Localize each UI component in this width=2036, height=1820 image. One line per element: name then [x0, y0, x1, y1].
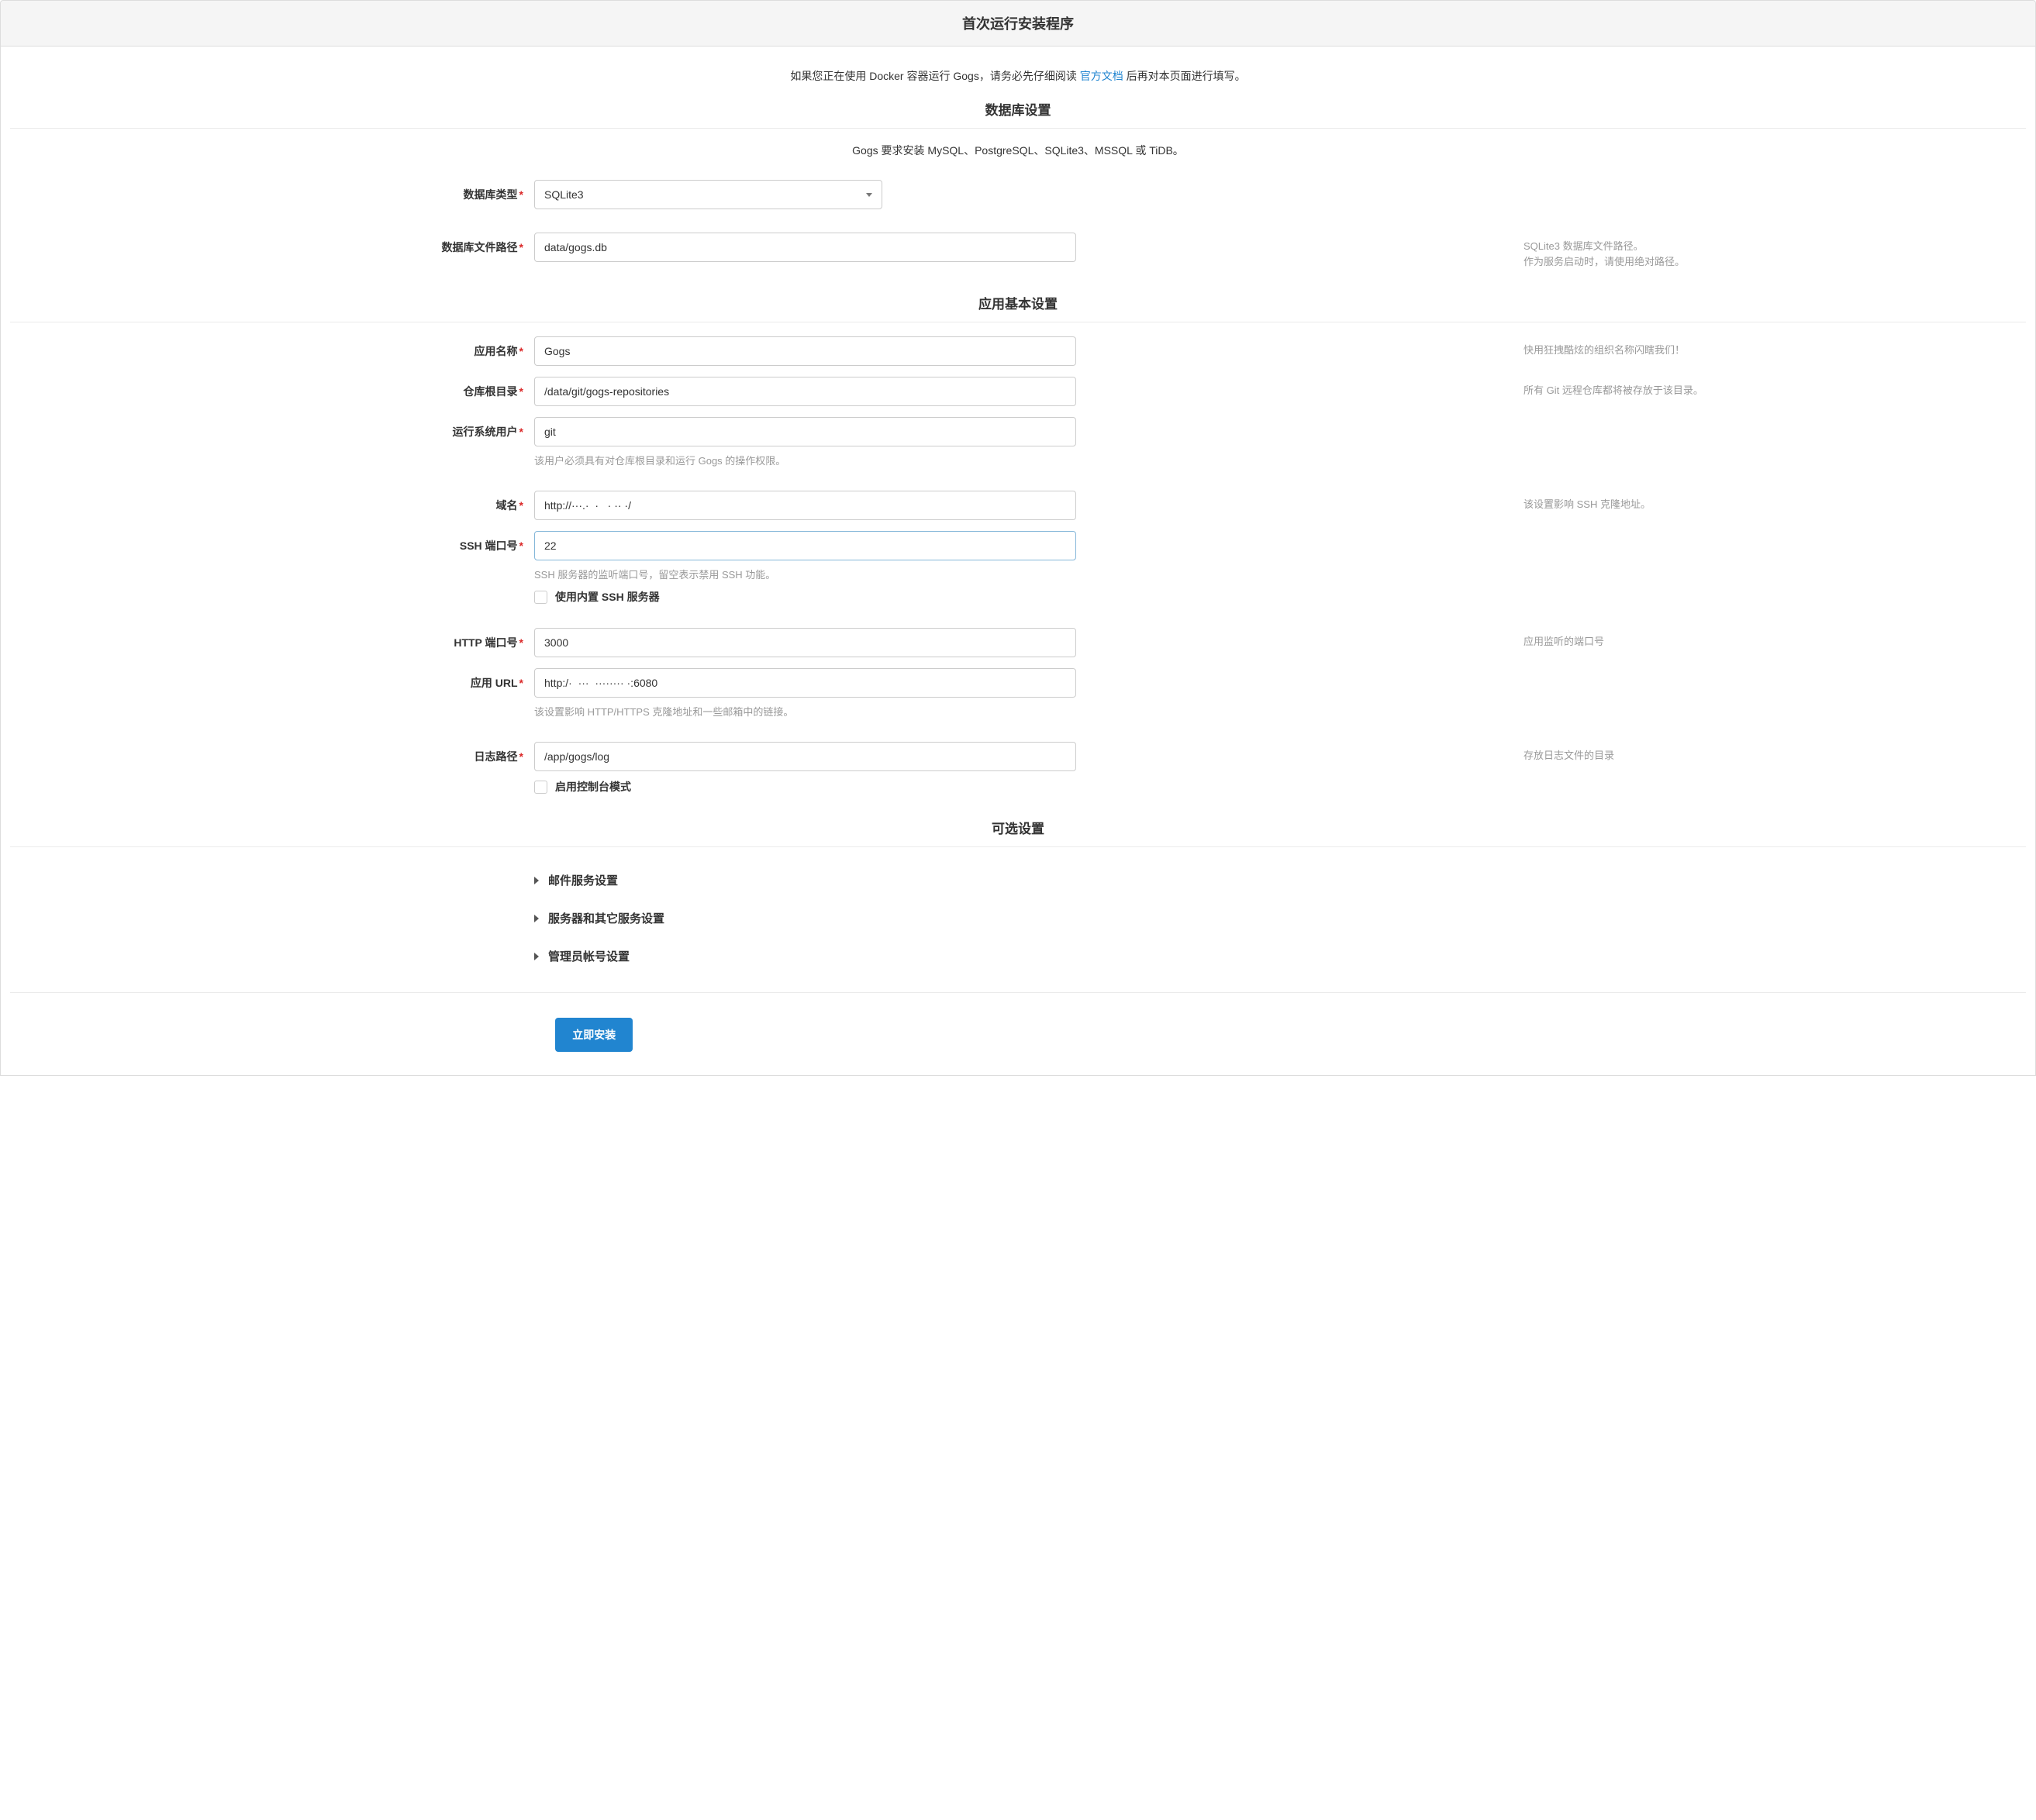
field-db-path: 数据库文件路径* SQLite3 数据库文件路径。 作为服务启动时，请使用绝对路… — [1, 233, 2035, 270]
app-name-help: 快用狂拽酷炫的组织名称闪瞎我们！ — [1502, 336, 2026, 358]
accordion-label: 管理员帐号设置 — [548, 948, 630, 964]
required-marker: * — [519, 345, 523, 357]
page-title: 首次运行安装程序 — [1, 13, 2035, 33]
builtin-ssh-label: 使用内置 SSH 服务器 — [555, 589, 660, 605]
field-app-name: 应用名称* 快用狂拽酷炫的组织名称闪瞎我们！ — [1, 336, 2035, 366]
label-app-url: 应用 URL — [471, 677, 518, 689]
builtin-ssh-row: 使用内置 SSH 服务器 — [534, 589, 1502, 605]
run-user-input[interactable] — [534, 417, 1076, 446]
label-app-name: 应用名称 — [474, 345, 518, 357]
accordion-label: 邮件服务设置 — [548, 872, 618, 888]
log-path-input[interactable] — [534, 742, 1076, 771]
install-row: 立即安装 — [10, 1007, 2026, 1052]
section-title-app: 应用基本设置 — [1, 293, 2035, 312]
required-marker: * — [519, 539, 523, 552]
docker-note-before: 如果您正在使用 Docker 容器运行 Gogs，请务必先仔细阅读 — [790, 70, 1079, 82]
domain-input[interactable] — [534, 491, 1076, 520]
db-path-input[interactable] — [534, 233, 1076, 262]
builtin-ssh-checkbox[interactable] — [534, 591, 547, 604]
optional-accordion: 邮件服务设置 服务器和其它服务设置 管理员帐号设置 — [10, 861, 2026, 975]
db-requirement-note: Gogs 要求安装 MySQL、PostgreSQL、SQLite3、MSSQL… — [1, 143, 2035, 158]
docs-link[interactable]: 官方文档 — [1080, 70, 1123, 82]
field-log-path: 日志路径* 启用控制台模式 存放日志文件的目录 — [1, 742, 2035, 795]
install-button[interactable]: 立即安装 — [555, 1018, 633, 1052]
field-db-type: 数据库类型* SQLite3 — [1, 180, 2035, 209]
db-path-help: SQLite3 数据库文件路径。 作为服务启动时，请使用绝对路径。 — [1502, 233, 2026, 270]
section-title-db: 数据库设置 — [1, 99, 2035, 119]
required-marker: * — [519, 385, 523, 398]
field-repo-root: 仓库根目录* 所有 Git 远程仓库都将被存放于该目录。 — [1, 377, 2035, 406]
http-port-input[interactable] — [534, 628, 1076, 657]
db-type-value: SQLite3 — [544, 188, 584, 201]
label-db-type: 数据库类型 — [464, 188, 518, 201]
field-app-url: 应用 URL* 该设置影响 HTTP/HTTPS 克隆地址和一些邮箱中的链接。 — [1, 668, 2035, 719]
required-marker: * — [519, 750, 523, 763]
caret-right-icon — [534, 953, 539, 960]
required-marker: * — [519, 188, 523, 201]
required-marker: * — [519, 677, 523, 689]
required-marker: * — [519, 426, 523, 438]
accordion-server-settings[interactable]: 服务器和其它服务设置 — [10, 899, 2026, 937]
ssh-port-input[interactable] — [534, 531, 1076, 560]
label-repo-root: 仓库根目录 — [464, 385, 518, 398]
field-run-user: 运行系统用户* 该用户必须具有对仓库根目录和运行 Gogs 的操作权限。 — [1, 417, 2035, 467]
http-port-help: 应用监听的端口号 — [1502, 628, 2026, 650]
required-marker: * — [519, 636, 523, 649]
repo-root-input[interactable] — [534, 377, 1076, 406]
app-url-input[interactable] — [534, 668, 1076, 698]
page-body: 如果您正在使用 Docker 容器运行 Gogs，请务必先仔细阅读 官方文档 后… — [0, 47, 2036, 1076]
field-http-port: HTTP 端口号* 应用监听的端口号 — [1, 628, 2035, 657]
required-marker: * — [519, 499, 523, 512]
divider — [10, 992, 2026, 993]
divider — [10, 128, 2026, 129]
docker-note-after: 后再对本页面进行填写。 — [1123, 70, 1246, 82]
chevron-down-icon — [866, 193, 872, 197]
repo-root-help: 所有 Git 远程仓库都将被存放于该目录。 — [1502, 377, 2026, 398]
label-run-user: 运行系统用户 — [453, 426, 518, 438]
accordion-admin-settings[interactable]: 管理员帐号设置 — [10, 937, 2026, 975]
label-db-path: 数据库文件路径 — [442, 241, 518, 253]
db-type-select[interactable]: SQLite3 — [534, 180, 882, 209]
docker-note: 如果您正在使用 Docker 容器运行 Gogs，请务必先仔细阅读 官方文档 后… — [1, 68, 2035, 84]
accordion-email-settings[interactable]: 邮件服务设置 — [10, 861, 2026, 899]
console-mode-row: 启用控制台模式 — [534, 779, 1502, 795]
label-log-path: 日志路径 — [474, 750, 518, 763]
caret-right-icon — [534, 877, 539, 884]
accordion-label: 服务器和其它服务设置 — [548, 910, 664, 926]
divider — [10, 846, 2026, 847]
label-domain: 域名 — [496, 499, 518, 512]
log-path-help: 存放日志文件的目录 — [1502, 742, 2026, 764]
field-ssh-port: SSH 端口号* SSH 服务器的监听端口号，留空表示禁用 SSH 功能。 使用… — [1, 531, 2035, 605]
page-header: 首次运行安装程序 — [0, 0, 2036, 47]
app-name-input[interactable] — [534, 336, 1076, 366]
field-domain: 域名* 该设置影响 SSH 克隆地址。 — [1, 491, 2035, 520]
label-ssh-port: SSH 端口号 — [460, 539, 518, 552]
label-http-port: HTTP 端口号 — [454, 636, 517, 649]
domain-help: 该设置影响 SSH 克隆地址。 — [1502, 491, 2026, 512]
ssh-port-hint: SSH 服务器的监听端口号，留空表示禁用 SSH 功能。 — [534, 567, 1502, 581]
caret-right-icon — [534, 915, 539, 922]
section-title-optional: 可选设置 — [1, 818, 2035, 837]
required-marker: * — [519, 241, 523, 253]
console-mode-checkbox[interactable] — [534, 781, 547, 794]
run-user-hint: 该用户必须具有对仓库根目录和运行 Gogs 的操作权限。 — [534, 453, 1502, 467]
console-mode-label: 启用控制台模式 — [555, 779, 631, 795]
app-url-hint: 该设置影响 HTTP/HTTPS 克隆地址和一些邮箱中的链接。 — [534, 704, 1502, 719]
